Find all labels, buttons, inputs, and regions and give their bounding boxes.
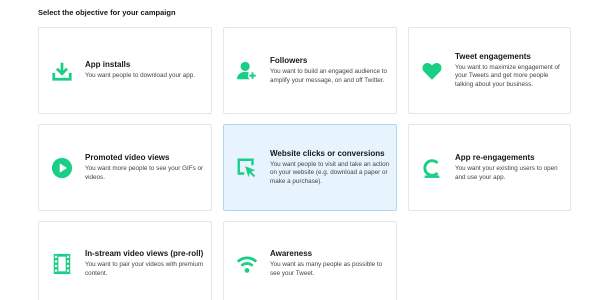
objective-description: You want your existing users to open and…	[455, 164, 558, 181]
add-user-icon	[236, 60, 258, 82]
download-icon	[51, 60, 73, 82]
objective-title: Awareness	[270, 248, 313, 258]
heart-icon	[421, 60, 443, 82]
objective-title: App re-engagements	[455, 152, 535, 162]
objective-description: You want to build an engaged audience to…	[270, 67, 388, 84]
objective-title: Followers	[270, 55, 308, 65]
objective-title: Website clicks or conversions	[270, 148, 385, 158]
broadcast-icon	[236, 253, 258, 275]
objective-card-promoted-video-views[interactable]: Promoted video views You want more peopl…	[38, 124, 212, 211]
objective-description: You want as many people as possible to s…	[270, 260, 383, 277]
objective-description: You want more people to see your GIFs or…	[85, 164, 204, 181]
objective-card-tweet-engagements[interactable]: Tweet engagements You want to maximize e…	[408, 27, 571, 114]
objective-card-app-installs[interactable]: App installs You want people to download…	[38, 27, 212, 114]
objective-description: You want people to visit and take an act…	[270, 160, 390, 185]
objective-card-followers[interactable]: Followers You want to build an engaged a…	[223, 27, 397, 114]
objective-title: In-stream video views (pre-roll)	[85, 248, 204, 258]
objective-card-awareness[interactable]: Awareness You want as many people as pos…	[223, 221, 397, 300]
play-icon	[51, 157, 73, 179]
objective-title: App installs	[85, 60, 131, 70]
film-icon	[51, 253, 73, 275]
objective-description: You want to pair your videos with premiu…	[85, 260, 204, 277]
objective-description: You want people to download your app.	[85, 72, 196, 80]
cursor-click-icon	[236, 157, 258, 179]
objective-description: You want to maximize engagement of your …	[455, 63, 560, 88]
reengage-icon	[421, 157, 443, 179]
objective-title: Promoted video views	[85, 152, 170, 162]
objective-card-app-reengagements[interactable]: App re-engagements You want your existin…	[408, 124, 571, 211]
objective-card-in-stream-video-views[interactable]: In-stream video views (pre-roll) You wan…	[38, 221, 212, 300]
objective-card-website-clicks[interactable]: Website clicks or conversions You want p…	[223, 124, 397, 211]
objective-title: Tweet engagements	[455, 51, 531, 61]
page-title: Select the objective for your campaign	[38, 8, 176, 17]
